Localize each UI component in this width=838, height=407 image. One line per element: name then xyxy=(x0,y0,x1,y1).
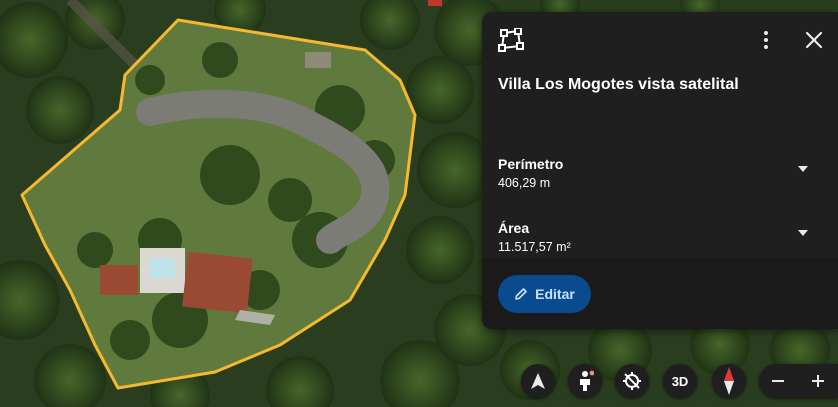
compass-button[interactable] xyxy=(712,364,746,398)
zoom-out-button[interactable] xyxy=(761,364,795,398)
perimeter-value: 406,29 m xyxy=(498,176,551,190)
3d-toggle-button[interactable]: 3D xyxy=(663,364,697,398)
area-label: Área xyxy=(498,220,530,236)
pegman-icon xyxy=(580,370,594,391)
perimeter-label: Perímetro xyxy=(498,156,564,172)
navigation-arrow-icon xyxy=(531,373,545,389)
zoom-in-button[interactable] xyxy=(801,364,835,398)
close-icon[interactable] xyxy=(802,28,826,52)
edit-button[interactable]: Editar xyxy=(498,275,591,313)
area-row[interactable]: Área 11.517,57 m² xyxy=(498,220,808,254)
zoom-out-icon xyxy=(772,380,784,382)
perimeter-row[interactable]: Perímetro 406,29 m xyxy=(498,156,808,190)
street-view-button[interactable] xyxy=(568,364,602,398)
zoom-control xyxy=(759,364,838,398)
polygon-shape-icon xyxy=(498,28,524,52)
navigation-button[interactable] xyxy=(521,364,555,398)
panel-title: Villa Los Mogotes vista satelital xyxy=(498,76,739,93)
area-value: 11.517,57 m² xyxy=(498,240,571,254)
pencil-icon xyxy=(515,288,527,300)
tilt-reset-button[interactable] xyxy=(615,364,649,398)
chevron-down-icon xyxy=(798,166,808,172)
more-vert-icon[interactable] xyxy=(757,28,775,52)
tilt-reset-icon xyxy=(623,372,641,390)
measurement-panel: Villa Los Mogotes vista satelital Períme… xyxy=(482,12,838,329)
compass-icon xyxy=(724,367,734,395)
chevron-down-icon xyxy=(798,230,808,236)
zoom-in-icon xyxy=(812,375,824,387)
edit-button-label: Editar xyxy=(535,286,575,302)
